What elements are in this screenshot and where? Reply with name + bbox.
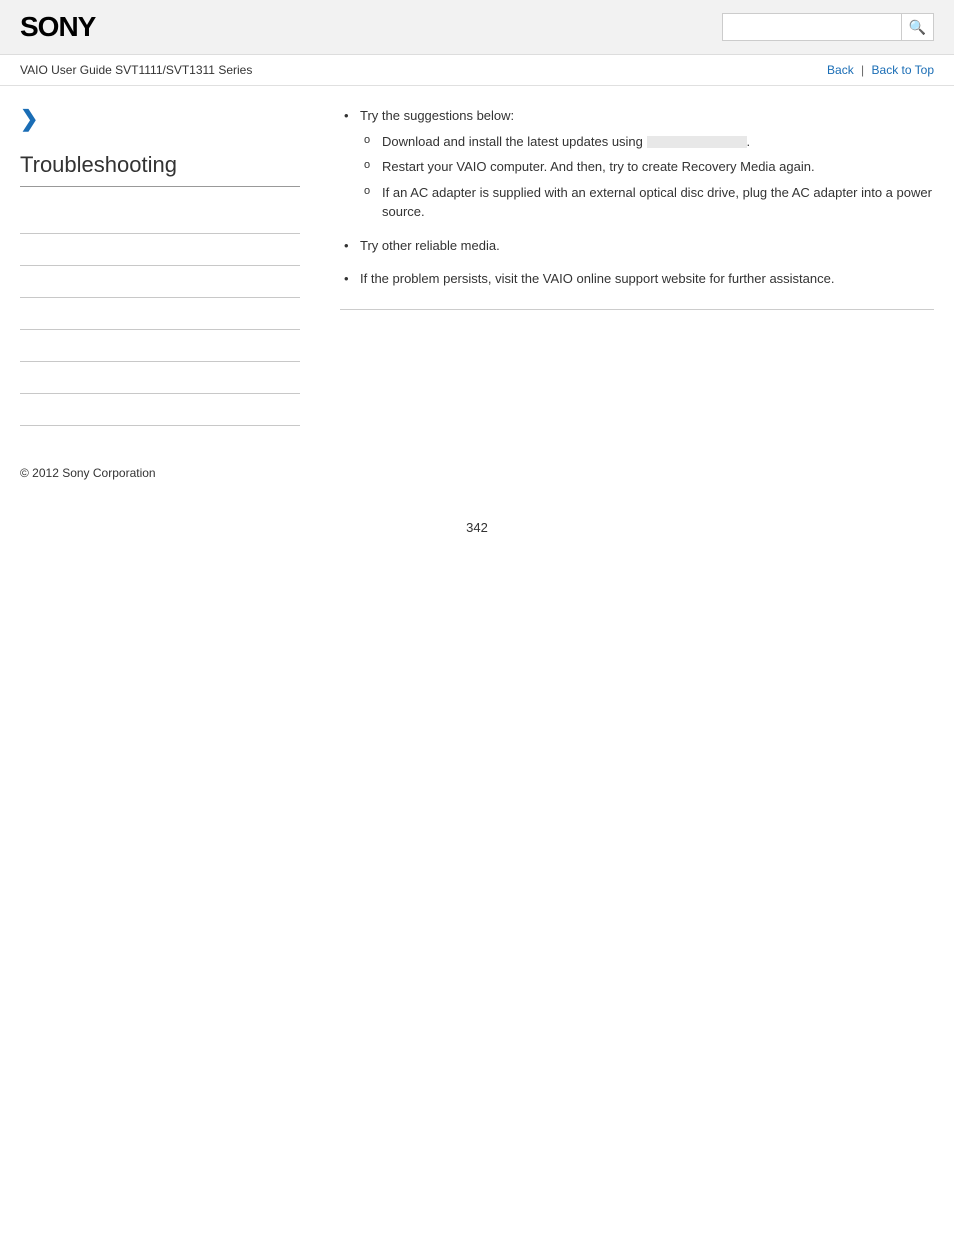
- content-list: Try the suggestions below: Download and …: [340, 106, 934, 289]
- search-input[interactable]: [722, 13, 902, 41]
- list-item: If an AC adapter is supplied with an ext…: [360, 183, 934, 222]
- sidebar-title: Troubleshooting: [20, 152, 300, 187]
- page-number: 342: [0, 500, 954, 555]
- chevron-icon: ❯: [20, 106, 300, 132]
- sidebar-nav-link-2[interactable]: [20, 243, 23, 257]
- search-icon: 🔍: [909, 19, 926, 36]
- search-button[interactable]: 🔍: [902, 13, 934, 41]
- guide-title: VAIO User Guide SVT1111/SVT1311 Series: [20, 63, 252, 77]
- list-item: [20, 330, 300, 362]
- list-item: Try other reliable media.: [340, 236, 934, 256]
- bullet3-text: If the problem persists, visit the VAIO …: [360, 271, 834, 286]
- list-item: If the problem persists, visit the VAIO …: [340, 269, 934, 289]
- sony-logo: SONY: [20, 11, 95, 43]
- sidebar-nav-link-5[interactable]: [20, 339, 23, 353]
- list-item: [20, 394, 300, 426]
- list-item: Download and install the latest updates …: [360, 132, 934, 152]
- bullet2-text: Try other reliable media.: [360, 238, 500, 253]
- sub-bullet-2: Restart your VAIO computer. And then, tr…: [382, 159, 815, 174]
- sub-bullet-3: If an AC adapter is supplied with an ext…: [382, 185, 932, 220]
- main-content: ❯ Troubleshooting: [0, 86, 954, 446]
- content-area: Try the suggestions below: Download and …: [320, 106, 934, 426]
- content-divider: [340, 309, 934, 310]
- list-item: [20, 202, 300, 234]
- copyright-text: © 2012 Sony Corporation: [20, 466, 156, 480]
- page-header: SONY 🔍: [0, 0, 954, 55]
- nav-links: Back | Back to Top: [827, 63, 934, 77]
- sidebar-nav-link-3[interactable]: [20, 275, 23, 289]
- sub-header: VAIO User Guide SVT1111/SVT1311 Series B…: [0, 55, 954, 86]
- back-to-top-link[interactable]: Back to Top: [872, 63, 934, 77]
- bullet1-text: Try the suggestions below:: [360, 108, 514, 123]
- nav-separator: |: [861, 63, 864, 77]
- list-item: [20, 266, 300, 298]
- sidebar-nav-link-7[interactable]: [20, 403, 23, 417]
- page-footer: © 2012 Sony Corporation: [0, 446, 954, 500]
- sub-bullet-1: Download and install the latest updates …: [382, 134, 750, 149]
- sidebar-nav-link-4[interactable]: [20, 307, 23, 321]
- search-container: 🔍: [722, 13, 934, 41]
- sidebar-nav-link-1[interactable]: [20, 211, 23, 225]
- list-item: [20, 362, 300, 394]
- sidebar-nav-link-6[interactable]: [20, 371, 23, 385]
- list-item: Try the suggestions below: Download and …: [340, 106, 934, 222]
- sidebar-nav: [20, 202, 300, 426]
- link-placeholder: [647, 136, 747, 148]
- back-link[interactable]: Back: [827, 63, 854, 77]
- list-item: Restart your VAIO computer. And then, tr…: [360, 157, 934, 177]
- sidebar: ❯ Troubleshooting: [20, 106, 320, 426]
- sub-list: Download and install the latest updates …: [360, 132, 934, 222]
- list-item: [20, 298, 300, 330]
- list-item: [20, 234, 300, 266]
